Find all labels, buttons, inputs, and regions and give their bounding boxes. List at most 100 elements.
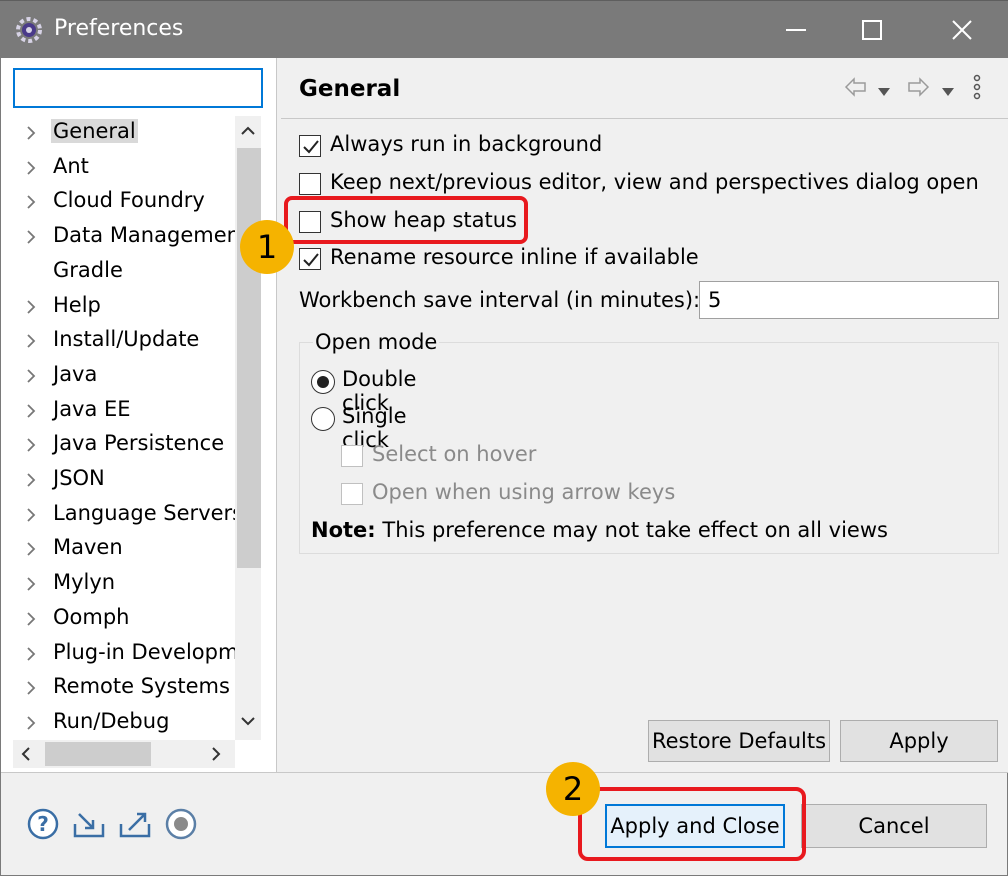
chevron-down-icon[interactable] xyxy=(239,712,257,730)
chevron-up-icon[interactable] xyxy=(239,122,257,140)
tree-item[interactable]: Help xyxy=(13,290,235,324)
tree-item[interactable]: Plug-in Developm xyxy=(13,637,235,671)
category-tree: General Ant Cloud Foundry Data Managemen Gra… xyxy=(13,116,235,740)
chevron-right-icon[interactable] xyxy=(23,715,39,731)
checkbox[interactable] xyxy=(299,135,321,157)
tree-item-label: Oomph xyxy=(53,604,130,629)
back-arrow-icon[interactable] xyxy=(843,74,869,104)
tree-item[interactable]: Data Managemen xyxy=(13,220,235,254)
tree-item[interactable]: Remote Systems xyxy=(13,671,235,705)
tree-item[interactable]: Cloud Foundry xyxy=(13,185,235,219)
annotation-badge-2: 2 xyxy=(546,762,600,816)
dialog-body: General Ant Cloud Foundry Data Managemen Gra… xyxy=(0,58,1008,876)
page-title: General xyxy=(299,76,401,102)
chevron-right-icon[interactable] xyxy=(23,576,39,592)
chevron-right-icon[interactable] xyxy=(23,299,39,315)
apply-button[interactable]: Apply xyxy=(840,720,998,762)
chevron-right-icon[interactable] xyxy=(23,403,39,419)
note-bold: Note: xyxy=(311,518,376,542)
checkbox xyxy=(341,483,363,505)
tree-item-label: Remote Systems xyxy=(53,674,230,699)
close-button[interactable] xyxy=(942,11,982,49)
checkbox-label: Select on hover xyxy=(372,442,537,466)
tree-item[interactable]: Oomph xyxy=(13,602,235,636)
maximize-button[interactable] xyxy=(852,11,892,49)
tree-item-label: Install/Update xyxy=(53,327,200,352)
tree-item-label: General xyxy=(51,119,138,143)
tree-item[interactable]: Language Servers xyxy=(13,498,235,532)
tree-item[interactable]: Ant xyxy=(13,151,235,185)
export-icon[interactable] xyxy=(117,806,153,842)
open-mode-title: Open mode xyxy=(313,330,440,354)
preference-page: General Always run in background Keep ne… xyxy=(281,58,1008,772)
tree-item[interactable]: Install/Update xyxy=(13,324,235,358)
close-icon xyxy=(952,20,972,40)
tree-item[interactable]: JSON xyxy=(13,463,235,497)
chevron-right-icon[interactable] xyxy=(23,472,39,488)
chevron-right-icon[interactable] xyxy=(23,333,39,349)
annotation-highlight-1 xyxy=(284,196,528,244)
save-interval-input[interactable]: 5 xyxy=(699,281,999,319)
chevron-right-icon[interactable] xyxy=(23,507,39,523)
chevron-right-icon[interactable] xyxy=(23,646,39,662)
filter-input[interactable] xyxy=(13,68,263,108)
import-icon[interactable] xyxy=(71,806,107,842)
forward-arrow-icon[interactable] xyxy=(905,74,931,104)
tree-item-label: Java EE xyxy=(53,396,131,421)
chevron-right-icon[interactable] xyxy=(23,680,39,696)
tree-item-label: JSON xyxy=(53,466,105,490)
vertical-scrollbar[interactable] xyxy=(235,116,261,740)
minimize-button[interactable] xyxy=(776,11,816,49)
scrollbar-thumb[interactable] xyxy=(45,742,151,766)
chevron-right-icon[interactable] xyxy=(23,541,39,557)
tree-item[interactable]: Maven xyxy=(13,532,235,566)
chevron-right-icon[interactable] xyxy=(23,160,39,176)
chevron-right-icon[interactable] xyxy=(23,368,39,384)
chevron-right-icon[interactable] xyxy=(23,229,39,245)
checkbox xyxy=(341,445,363,467)
tree-item-label: Help xyxy=(53,292,101,317)
tree-item[interactable]: Java EE xyxy=(13,394,235,428)
help-icon[interactable]: ? xyxy=(25,806,61,842)
save-interval-label: Workbench save interval (in minutes): xyxy=(299,288,701,312)
chevron-left-icon[interactable] xyxy=(17,745,35,763)
tree-item-label: Cloud Foundry xyxy=(53,188,205,213)
checkbox[interactable] xyxy=(299,248,321,270)
record-icon[interactable] xyxy=(163,806,199,842)
chevron-right-icon[interactable] xyxy=(207,745,225,763)
tree-item[interactable]: Mylyn xyxy=(13,567,235,601)
tree-item-label: Java Persistence xyxy=(53,431,225,456)
chevron-right-icon[interactable] xyxy=(23,194,39,210)
chevron-right-icon[interactable] xyxy=(23,611,39,627)
tree-item[interactable]: Gradle xyxy=(13,255,235,289)
horizontal-scrollbar[interactable] xyxy=(13,740,235,768)
scrollbar-thumb[interactable] xyxy=(237,148,261,568)
tree-item[interactable]: Java xyxy=(13,359,235,393)
chevron-down-icon[interactable] xyxy=(877,82,891,101)
eclipse-gear-icon xyxy=(16,17,42,43)
chevron-right-icon[interactable] xyxy=(23,125,39,141)
tree-item-label: Maven xyxy=(53,535,123,560)
tree-item-label: Gradle xyxy=(53,257,123,282)
annotation-highlight-2 xyxy=(578,787,806,861)
radio-button[interactable] xyxy=(311,370,335,394)
checkbox-label: Always run in background xyxy=(330,132,603,156)
view-menu-icon[interactable] xyxy=(971,74,983,104)
checkbox-label: Open when using arrow keys xyxy=(372,480,676,504)
checkmark-icon xyxy=(303,140,319,154)
tree-item-label: Java xyxy=(53,361,98,386)
checkmark-icon xyxy=(303,253,319,267)
chevron-down-icon[interactable] xyxy=(941,82,955,101)
checkbox[interactable] xyxy=(299,173,321,195)
tree-item-label: Run/Debug xyxy=(53,708,170,733)
cancel-button[interactable]: Cancel xyxy=(801,804,987,848)
tree-item[interactable]: General xyxy=(13,116,235,150)
chevron-right-icon[interactable] xyxy=(23,437,39,453)
checkbox-label: Keep next/previous editor, view and pers… xyxy=(330,170,979,194)
restore-defaults-button[interactable]: Restore Defaults xyxy=(648,720,830,762)
divider xyxy=(1,772,1008,773)
tree-item-label: Language Servers xyxy=(53,500,235,525)
tree-item[interactable]: Run/Debug xyxy=(13,706,235,740)
tree-item[interactable]: Java Persistence xyxy=(13,428,235,462)
radio-button[interactable] xyxy=(311,407,335,431)
